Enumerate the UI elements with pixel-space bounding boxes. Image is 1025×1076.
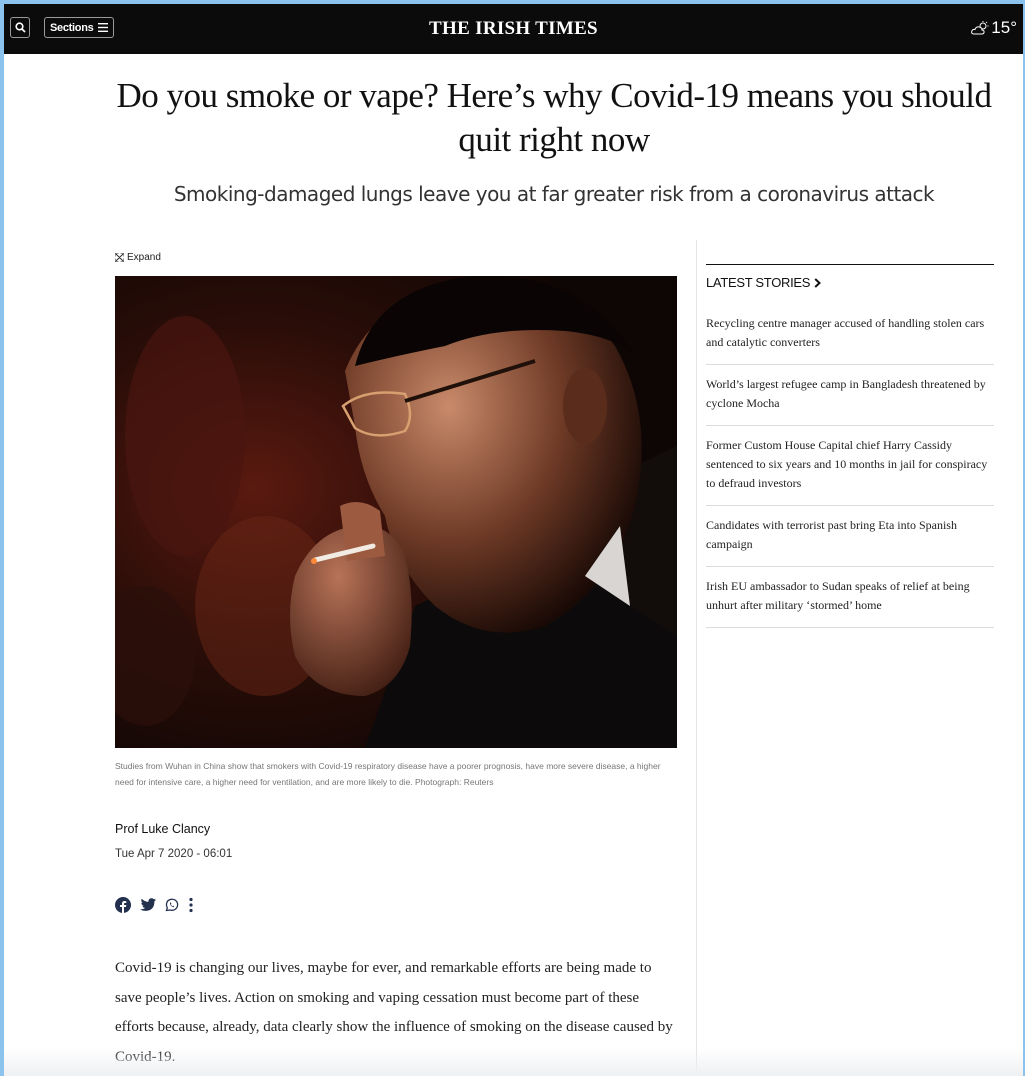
article-photo[interactable] — [115, 276, 677, 748]
page: Sections THE IRISH TIMES 15° Do you smok… — [4, 4, 1023, 1076]
chevron-right-icon — [814, 277, 822, 288]
latest-story-link[interactable]: Candidates with terrorist past bring Eta… — [706, 506, 994, 567]
cloud-sun-icon — [971, 21, 989, 35]
latest-story-link[interactable]: Former Custom House Capital chief Harry … — [706, 426, 994, 506]
latest-story-link[interactable]: World’s largest refugee camp in Banglade… — [706, 365, 994, 426]
weather-widget[interactable]: 15° — [971, 18, 1017, 38]
whatsapp-icon[interactable] — [164, 897, 180, 913]
sidebar-top-rule — [706, 264, 994, 265]
article-headline: Do you smoke or vape? Here’s why Covid-1… — [116, 76, 992, 159]
twitter-icon[interactable] — [139, 898, 156, 912]
article-standfirst: Smoking-damaged lungs leave you at far g… — [173, 182, 935, 206]
bottom-fade — [4, 1048, 1023, 1076]
expand-label: Expand — [127, 252, 161, 263]
author-name[interactable]: Prof Luke Clancy — [115, 822, 210, 836]
photo-smoker-illustration — [115, 276, 677, 748]
site-logo[interactable]: THE IRISH TIMES — [4, 18, 1023, 40]
temperature: 15° — [991, 18, 1017, 37]
expand-image-button[interactable]: Expand — [115, 252, 161, 263]
column-divider — [696, 240, 697, 1076]
latest-stories-title: LATEST STORIES — [706, 275, 811, 290]
share-bar — [115, 897, 194, 913]
latest-story-link[interactable]: Recycling centre manager accused of hand… — [706, 304, 994, 365]
expand-icon — [115, 253, 124, 262]
top-navigation-bar: Sections THE IRISH TIMES 15° — [4, 4, 1023, 54]
facebook-icon[interactable] — [115, 897, 131, 913]
publish-date: Tue Apr 7 2020 - 06:01 — [115, 848, 233, 860]
more-options-icon[interactable] — [188, 897, 194, 913]
photo-caption: Studies from Wuhan in China show that sm… — [115, 761, 661, 787]
latest-stories-sidebar: LATEST STORIES Recycling centre manager … — [706, 264, 994, 628]
latest-stories-heading[interactable]: LATEST STORIES — [706, 275, 994, 290]
latest-story-link[interactable]: Irish EU ambassador to Sudan speaks of r… — [706, 567, 994, 628]
